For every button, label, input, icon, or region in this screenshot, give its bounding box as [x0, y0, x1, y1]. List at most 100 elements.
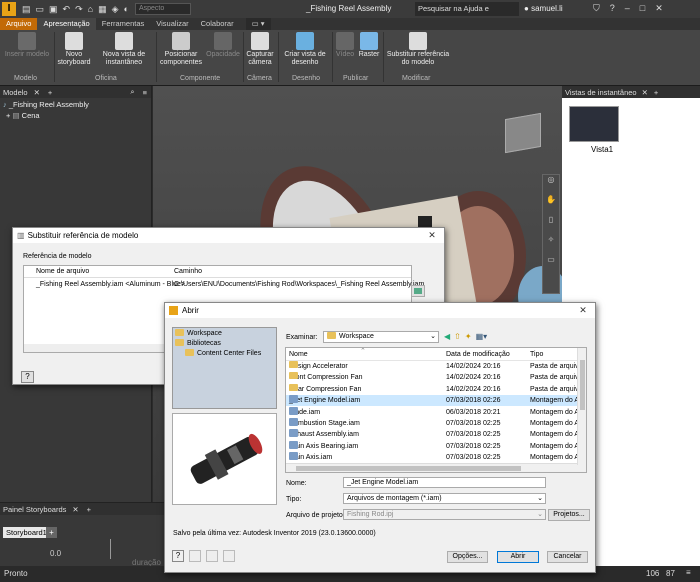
file-row[interactable]: Blade.iam 06/03/2018 20:21 Montagem do A: [286, 406, 579, 418]
file-type: Pasta de arquivo: [530, 385, 583, 393]
settings-icon[interactable]: [223, 550, 235, 562]
replace-model-reference-button[interactable]: Substituir referência do modelo: [384, 32, 452, 67]
col-header-path[interactable]: Caminho: [174, 268, 202, 275]
location-workspace[interactable]: Workspace: [173, 328, 276, 338]
zoom-icon[interactable]: ▯: [543, 215, 559, 235]
look-in-dropdown[interactable]: Workspace ⌄: [323, 331, 439, 343]
horizontal-scroll-thumb[interactable]: [296, 466, 521, 471]
view-menu-icon[interactable]: ▦▾: [476, 332, 488, 341]
table-row[interactable]: _Fishing Reel Assembly.iam <Aluminum - B…: [24, 278, 424, 292]
storyboard-tab[interactable]: Storyboard1: [3, 527, 50, 538]
maximize-icon[interactable]: □: [640, 3, 645, 14]
file-row[interactable]: _Jet Engine Model.iam 07/03/2018 02:26 Mon…: [286, 395, 579, 407]
close-icon[interactable]: ✕: [571, 303, 595, 318]
tab-extra-toggle[interactable]: ▭ ▾: [245, 18, 271, 30]
tab-ferramentas[interactable]: Ferramentas: [96, 18, 151, 30]
new-storyboard-button[interactable]: Novo storyboard: [55, 32, 93, 67]
filetype-select[interactable]: Arquivos de montagem (*.iam) ⌄: [343, 493, 546, 504]
orbit-icon[interactable]: ✧: [543, 235, 559, 255]
tree-root-label: _Fishing Reel Assembly: [8, 100, 89, 109]
options-button[interactable]: Opções...: [447, 551, 488, 563]
tab-apresentacao[interactable]: Apresentação: [37, 18, 96, 30]
expand-icon[interactable]: +: [6, 111, 10, 120]
save-icon[interactable]: ▣: [49, 4, 58, 15]
create-drawing-view-button[interactable]: Criar vista de desenho: [280, 32, 330, 67]
add-pane-icon[interactable]: +: [654, 88, 658, 97]
user-account[interactable]: ● samuel.li: [524, 4, 563, 13]
location-content-center[interactable]: Content Center Files: [173, 348, 276, 358]
tools-icon[interactable]: [206, 550, 218, 562]
close-icon[interactable]: ✕: [420, 228, 444, 243]
file-row[interactable]: Design Accelerator 14/02/2024 20:16 Pasta …: [286, 361, 583, 372]
col-header-name[interactable]: Nome: [289, 351, 308, 358]
filename-input[interactable]: _Jet Engine Model.iam: [343, 477, 546, 488]
file-row[interactable]: Front Compression Fan 14/02/2024 20:16 Pas…: [286, 372, 583, 383]
tab-visualizar[interactable]: Visualizar: [150, 18, 194, 30]
tree-item-root[interactable]: ♪ _Fishing Reel Assembly: [0, 98, 151, 111]
file-row[interactable]: Combustion Stage.iam 07/03/2018 02:25 Mont…: [286, 418, 579, 429]
status-menu-icon[interactable]: ≡: [686, 568, 691, 577]
open-icon[interactable]: ▭: [36, 4, 45, 15]
close-pane-icon[interactable]: ✕: [34, 88, 40, 97]
select-icon[interactable]: ◈: [112, 4, 119, 15]
home-icon[interactable]: ⌂: [88, 4, 93, 15]
chevron-down-icon: ⌄: [537, 495, 543, 502]
close-pane-icon[interactable]: ✕: [72, 505, 78, 514]
back-icon[interactable]: ◀: [444, 332, 450, 341]
undo-icon[interactable]: ↶: [63, 4, 71, 15]
add-pane-icon[interactable]: +: [87, 505, 91, 514]
tab-colaborar[interactable]: Colaborar: [195, 18, 240, 30]
tab-arquivo[interactable]: Arquivo: [0, 18, 38, 30]
file-name: _Jet Engine Model.iam: [289, 395, 360, 406]
col-header-filename[interactable]: Nome de arquivo: [36, 268, 89, 275]
tweak-components-button[interactable]: Posicionar componentes: [158, 32, 204, 67]
close-pane-icon[interactable]: ✕: [642, 88, 648, 97]
vertical-scroll-thumb[interactable]: [580, 360, 585, 410]
up-folder-icon[interactable]: ⇧: [454, 332, 461, 341]
col-header-date[interactable]: Data de modificação: [446, 351, 510, 358]
file-row[interactable]: Rear Compression Fan 14/02/2024 20:16 Past…: [286, 383, 583, 395]
panel-label-oficina: Oficina: [95, 75, 117, 82]
add-pane-icon[interactable]: +: [48, 88, 52, 97]
location-libraries[interactable]: Bibliotecas: [173, 338, 276, 348]
find-icon[interactable]: [189, 550, 201, 562]
cart-icon[interactable]: ⛉: [593, 3, 600, 14]
search-icon[interactable]: ⌕: [130, 87, 134, 97]
steering-wheel-icon[interactable]: ◎: [543, 175, 559, 195]
help-search-input[interactable]: Pesquisar na Ajuda e comandos.: [415, 2, 519, 27]
filename-label: Nome:: [286, 480, 307, 487]
snapshot-thumbnail[interactable]: [569, 106, 619, 142]
capture-camera-button[interactable]: Capturar câmera: [244, 32, 276, 67]
file-row[interactable]: Main Axis.iam 07/03/2018 02:25 Montagem do…: [286, 452, 579, 463]
new-snapshot-button[interactable]: Nova vista de instantâneo: [93, 32, 155, 67]
redo-icon[interactable]: ↷: [75, 4, 83, 15]
material-icon[interactable]: ◐: [124, 4, 129, 15]
projects-button[interactable]: Projetos...: [548, 509, 590, 521]
vertical-scrollbar[interactable]: [577, 348, 586, 465]
appearance-dropdown[interactable]: Aspecto: [134, 3, 191, 15]
horizontal-scrollbar[interactable]: [286, 463, 586, 472]
menu-icon[interactable]: ≡: [143, 88, 147, 97]
viewcube[interactable]: [505, 112, 541, 154]
file-row[interactable]: Main Axis Bearing.iam 07/03/2018 02:25 Mon…: [286, 440, 579, 452]
minimize-icon[interactable]: –: [625, 3, 630, 14]
open-button[interactable]: Abrir: [497, 551, 539, 563]
app-logo[interactable]: I: [2, 2, 16, 16]
help-icon[interactable]: ?: [172, 550, 184, 562]
look-at-icon[interactable]: ▭: [543, 255, 559, 275]
close-icon[interactable]: ✕: [655, 3, 663, 14]
help-icon[interactable]: ?: [610, 3, 615, 14]
add-storyboard-icon[interactable]: +: [46, 527, 57, 538]
file-row[interactable]: Exhaust Assembly.iam 07/03/2018 02:25 Mont…: [286, 429, 579, 440]
raster-button[interactable]: Raster: [357, 32, 381, 59]
new-icon[interactable]: ▤: [22, 4, 31, 15]
help-button[interactable]: ?: [21, 371, 34, 383]
browse-replacement-button[interactable]: [411, 285, 425, 297]
new-folder-icon[interactable]: ✦: [465, 332, 472, 341]
pan-icon[interactable]: ✋: [543, 195, 559, 215]
timeline-ruler[interactable]: [110, 539, 160, 559]
tree-item-scene[interactable]: + ▤ Cena: [0, 111, 151, 120]
update-icon[interactable]: ▦: [98, 4, 107, 15]
col-header-type[interactable]: Tipo: [530, 351, 543, 358]
cancel-button[interactable]: Cancelar: [547, 551, 588, 563]
